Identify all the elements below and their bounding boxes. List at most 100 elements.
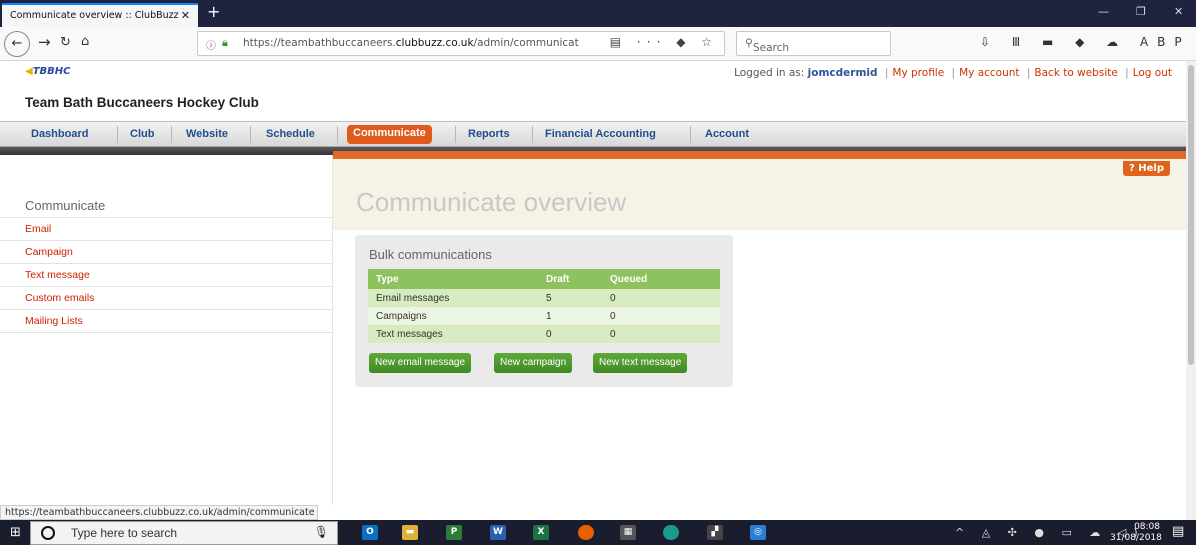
outlook-icon[interactable]: O xyxy=(362,525,378,540)
taskbar-clock[interactable]: 08:08 31/08/2018 xyxy=(1110,522,1162,544)
scrollbar-thumb[interactable] xyxy=(1188,65,1194,365)
url-prefix: https://teambathbuccaneers. xyxy=(243,37,396,49)
help-button[interactable]: ? Help xyxy=(1122,161,1170,176)
nav-separator xyxy=(250,126,251,143)
cell-type: Text messages xyxy=(368,325,538,343)
login-bar: Logged in as: jomcdermid | My profile | My… xyxy=(734,67,1172,79)
nav-dashboard[interactable]: Dashboard xyxy=(31,128,88,140)
url-text: https://teambathbuccaneers.clubbuzz.co.u… xyxy=(243,37,588,49)
nav-account[interactable]: Account xyxy=(705,128,749,140)
cell-type: Email messages xyxy=(368,289,538,307)
separator: | xyxy=(1026,67,1031,79)
store-icon[interactable]: ▞ xyxy=(707,525,723,540)
status-url: https://teambathbuccaneers.clubbuzz.co.u… xyxy=(0,505,318,520)
main-nav: Dashboard Club Website Schedule Communic… xyxy=(0,121,1196,147)
scrollbar[interactable] xyxy=(1186,61,1196,520)
remote-icon[interactable]: ◎ xyxy=(750,525,766,540)
firefox-icon[interactable] xyxy=(578,525,594,540)
back-to-website-link[interactable]: Back to website xyxy=(1034,67,1117,79)
table-row: Text messages 0 0 xyxy=(368,325,720,343)
nav-separator xyxy=(337,126,338,143)
cell-queued: 0 xyxy=(602,325,720,343)
nav-schedule[interactable]: Schedule xyxy=(266,128,315,140)
club-name: Team Bath Buccaneers Hockey Club xyxy=(25,95,259,110)
sidebar-item-text-message[interactable]: Text message xyxy=(25,269,90,281)
back-icon[interactable]: ← xyxy=(4,31,30,57)
new-email-message-button[interactable]: New email message xyxy=(369,353,472,373)
logo-swoosh-icon: ◀ xyxy=(25,66,33,77)
url-bar[interactable]: ⓘ 🔒︎ https://teambathbuccaneers.clubbuzz… xyxy=(197,31,725,56)
sidebar-divider xyxy=(0,263,333,264)
sidebar-item-email[interactable]: Email xyxy=(25,223,51,235)
info-icon[interactable]: ⓘ xyxy=(206,37,216,52)
separator: | xyxy=(884,67,889,79)
bulk-communications-panel: Bulk communications Type Draft Queued Em… xyxy=(355,235,733,387)
browser-tab[interactable]: Communicate overview :: ClubBuzz ✕ xyxy=(2,3,198,27)
project-icon[interactable]: P xyxy=(446,525,462,540)
new-tab-button[interactable]: + xyxy=(207,2,220,21)
cell-draft: 0 xyxy=(538,325,602,343)
calculator-icon[interactable]: ▦ xyxy=(620,525,636,540)
forward-icon[interactable]: → xyxy=(38,33,51,51)
column-header-queued: Queued xyxy=(602,269,720,289)
windows-start-icon[interactable]: ⊞ xyxy=(10,525,21,540)
toolbar-icons[interactable]: ⇩ Ⅲ ▬ ◆ ☁ ABP ▭ ≡ xyxy=(980,35,1196,49)
content-header: Communicate overview ? Help xyxy=(333,159,1196,230)
sidebar-item-mailing-lists[interactable]: Mailing Lists xyxy=(25,315,83,327)
url-suffix: /admin/communicat xyxy=(473,37,579,49)
separator: | xyxy=(1125,67,1129,79)
restore-icon[interactable]: ❐ xyxy=(1136,5,1146,18)
close-window-icon[interactable]: ✕ xyxy=(1174,5,1183,18)
cell-draft: 1 xyxy=(538,307,602,325)
club-logo[interactable]: ◀TBBHC xyxy=(25,66,70,77)
nav-reports[interactable]: Reports xyxy=(468,128,510,140)
app-icon[interactable] xyxy=(663,525,679,540)
sidebar-divider xyxy=(0,240,333,241)
accent-band xyxy=(333,151,1196,159)
notifications-icon[interactable]: ▤ xyxy=(1172,524,1184,539)
lock-icon: 🔒︎ xyxy=(222,36,228,49)
nav-communicate[interactable]: Communicate xyxy=(347,125,432,144)
sidebar-item-custom-emails[interactable]: Custom emails xyxy=(25,292,94,304)
url-action-icons[interactable]: ▤ ··· ◆ ☆ xyxy=(610,35,718,49)
browser-search-placeholder: ⚲ Search xyxy=(745,37,790,54)
my-account-link[interactable]: My account xyxy=(959,67,1019,79)
new-campaign-button[interactable]: New campaign xyxy=(494,353,573,373)
minimize-icon[interactable]: — xyxy=(1098,5,1109,18)
sidebar-divider xyxy=(0,217,333,218)
sidebar-divider xyxy=(0,309,333,310)
page-title: Communicate overview xyxy=(356,187,627,217)
cell-type: Campaigns xyxy=(368,307,538,325)
new-text-message-button[interactable]: New text message xyxy=(593,353,688,373)
browser-tab-strip: Communicate overview :: ClubBuzz ✕ + — ❐… xyxy=(0,0,1196,27)
reload-icon[interactable]: ↻ xyxy=(60,35,71,50)
file-explorer-icon[interactable]: ▬ xyxy=(402,525,418,540)
column-header-type: Type xyxy=(368,269,538,289)
column-header-draft: Draft xyxy=(538,269,602,289)
nav-website[interactable]: Website xyxy=(186,128,228,140)
nav-separator xyxy=(690,126,691,143)
table-row: Campaigns 1 0 xyxy=(368,307,720,325)
close-tab-icon[interactable]: ✕ xyxy=(181,9,190,22)
nav-separator xyxy=(532,126,533,143)
logged-in-label: Logged in as: xyxy=(734,67,805,79)
word-icon[interactable]: W xyxy=(490,525,506,540)
home-icon[interactable]: ⌂ xyxy=(81,34,89,49)
sidebar-item-campaign[interactable]: Campaign xyxy=(25,246,73,258)
my-profile-link[interactable]: My profile xyxy=(892,67,944,79)
log-out-link[interactable]: Log out xyxy=(1133,67,1172,79)
taskbar-search-placeholder: Type here to search xyxy=(71,526,178,540)
nav-club[interactable]: Club xyxy=(130,128,154,140)
taskbar-search-input[interactable]: Type here to search 🎙︎ xyxy=(30,521,338,545)
search-placeholder-text: Search xyxy=(753,42,790,54)
browser-search-input[interactable]: ⚲ Search xyxy=(736,31,891,56)
taskbar: ⊞ Type here to search 🎙︎ O ▬ P W X ▦ ▞ ◎… xyxy=(0,520,1196,545)
excel-icon[interactable]: X xyxy=(533,525,549,540)
separator: | xyxy=(951,67,956,79)
panel-title: Bulk communications xyxy=(369,247,492,262)
cell-queued: 0 xyxy=(602,289,720,307)
microphone-icon[interactable]: 🎙︎ xyxy=(314,525,329,539)
nav-financial-accounting[interactable]: Financial Accounting xyxy=(545,128,656,140)
logo-text: TBBHC xyxy=(32,66,71,77)
nav-separator xyxy=(455,126,456,143)
